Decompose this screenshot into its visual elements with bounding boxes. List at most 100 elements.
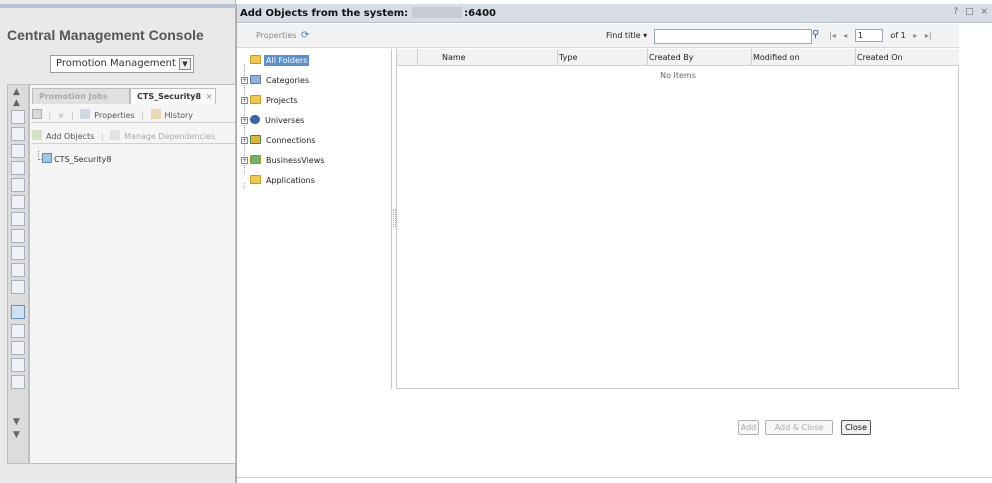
scroll-down-icon[interactable]: ▼ — [13, 430, 20, 440]
empty-message: No Items — [660, 71, 696, 80]
universe-icon — [250, 115, 260, 124]
tree-node-connections[interactable]: + Connections — [241, 135, 317, 149]
job-icon — [42, 153, 52, 163]
close-icon[interactable]: × — [980, 7, 988, 17]
object-toolbar: Add Objects | Manage Dependencies — [32, 126, 235, 144]
properties-button[interactable]: Properties — [94, 111, 134, 120]
expand-icon[interactable]: + — [241, 97, 248, 104]
job-toolbar: | × | Properties | History — [32, 105, 235, 123]
maximize-icon[interactable]: □ — [965, 7, 974, 17]
image-icon[interactable] — [11, 375, 25, 389]
user-icon[interactable] — [11, 144, 25, 158]
expand-icon[interactable]: + — [241, 137, 248, 144]
info-icon[interactable] — [11, 127, 25, 141]
tree-item-label: CTS_Security8 — [54, 155, 112, 164]
expand-icon[interactable]: + — [241, 157, 248, 164]
close-tab-icon[interactable]: × — [206, 92, 213, 101]
find-title-input[interactable] — [654, 29, 812, 44]
cmc-background: Central Management Console Promotion Man… — [0, 0, 236, 483]
users-icon[interactable] — [11, 110, 25, 124]
add-icon[interactable] — [11, 324, 25, 338]
image-icon[interactable] — [11, 358, 25, 372]
settings-icon[interactable] — [11, 195, 25, 209]
column-header-created-on[interactable]: Created On — [857, 53, 903, 62]
tree-node-label: Applications — [266, 176, 315, 185]
redacted-system-name — [412, 7, 463, 18]
dialog-titlebar[interactable]: Add Objects from the system: :6400 ? □ × — [237, 4, 992, 23]
refresh-icon[interactable]: ⟳ — [301, 30, 309, 41]
tree-node-label: All Folders — [264, 55, 310, 66]
find-title-dropdown[interactable]: Find title ▾ — [606, 31, 647, 40]
scroll-up-icon[interactable]: ▲ — [13, 87, 20, 97]
key-icon[interactable] — [11, 178, 25, 192]
folder-open-icon — [250, 55, 261, 64]
view-select[interactable]: Promotion Management ▼ — [50, 55, 194, 73]
manage-dependencies-button[interactable]: Manage Dependencies — [124, 132, 215, 141]
scroll-up-icon[interactable]: ▲ — [13, 98, 20, 108]
tree-node-categories[interactable]: + Categories — [241, 75, 311, 89]
add-objects-button[interactable]: Add Objects — [46, 132, 94, 141]
server-icon[interactable] — [11, 212, 25, 226]
tab-promotion-jobs[interactable]: Promotion Jobs — [32, 88, 130, 104]
tree-node-universes[interactable]: + Universes — [241, 115, 306, 129]
column-header-created-by[interactable]: Created By — [649, 53, 693, 62]
binoculars-icon[interactable]: ⚲ — [812, 29, 819, 40]
find-title-label: Find title — [606, 31, 641, 40]
folder-tree: All Folders + Categories + Projects + Unive… — [237, 49, 392, 389]
expand-icon[interactable]: + — [241, 77, 248, 84]
history-button[interactable]: History — [165, 111, 193, 120]
tab-label: CTS_Security8 — [137, 92, 202, 101]
top-bar — [0, 4, 236, 8]
chevron-down-icon[interactable]: ▼ — [179, 58, 191, 70]
add-button[interactable]: Add — [738, 420, 759, 435]
categories-icon — [250, 75, 261, 84]
chevron-down-icon: ▾ — [643, 31, 648, 40]
dialog-title: Add Objects from the system: :6400 — [240, 7, 496, 19]
tab-cts-security8[interactable]: CTS_Security8 × — [130, 88, 216, 104]
tree-node-businessviews[interactable]: + BusinessViews — [241, 155, 326, 169]
tree-node-applications[interactable]: Applications — [241, 175, 317, 189]
dialog-title-text: Add Objects from the system: — [240, 8, 409, 19]
add-objects-icon — [32, 130, 42, 140]
tree-node-label: Projects — [266, 96, 298, 105]
properties-icon — [80, 109, 91, 119]
promotion-icon[interactable] — [11, 305, 25, 319]
add-objects-dialog: Add Objects from the system::6400 ? □ × … — [236, 4, 992, 483]
add-close-button[interactable]: Add & Close — [765, 420, 833, 435]
prev-page-icon[interactable]: ◂ — [843, 31, 847, 40]
last-page-icon[interactable]: ▸| — [925, 31, 932, 40]
column-header-type[interactable]: Type — [559, 53, 577, 62]
tree-item[interactable]: CTS_Security8 — [42, 153, 112, 164]
column-header-name[interactable]: Name — [442, 53, 466, 62]
save-icon[interactable] — [32, 109, 42, 119]
column-header-modified-on[interactable]: Modified on — [753, 53, 800, 62]
close-button[interactable]: Close — [841, 420, 871, 435]
tree-node-label: Categories — [266, 76, 310, 85]
folder-icon — [250, 95, 261, 104]
map-pin-icon[interactable] — [11, 229, 25, 243]
tree-node-label: Connections — [266, 136, 316, 145]
lock-icon[interactable] — [11, 161, 25, 175]
first-page-icon[interactable]: |◂ — [829, 31, 836, 40]
page-number-input[interactable]: 1 — [854, 29, 883, 42]
dependencies-icon — [110, 130, 121, 140]
edit-icon[interactable] — [11, 341, 25, 355]
dialog-title-port: :6400 — [464, 8, 497, 19]
money-icon[interactable] — [11, 246, 25, 260]
delete-button[interactable]: × — [58, 111, 65, 120]
businessview-icon — [250, 155, 261, 164]
tree-node-projects[interactable]: + Projects — [241, 95, 300, 109]
folder-icon — [250, 175, 261, 184]
calendar-icon[interactable] — [11, 280, 25, 294]
document-icon[interactable] — [11, 263, 25, 277]
tree-node-all-folders[interactable]: All Folders — [241, 55, 310, 69]
app-title: Central Management Console — [7, 27, 204, 43]
tree-node-label: Universes — [265, 116, 305, 125]
tree-node-label: BusinessViews — [266, 156, 325, 165]
page-count: of 1 — [890, 31, 906, 40]
help-icon[interactable]: ? — [953, 7, 958, 17]
scroll-down-icon[interactable]: ▼ — [13, 417, 20, 427]
next-page-icon[interactable]: ▸ — [913, 31, 917, 40]
expand-icon[interactable]: + — [241, 117, 248, 124]
properties-button[interactable]: Properties — [256, 31, 296, 40]
